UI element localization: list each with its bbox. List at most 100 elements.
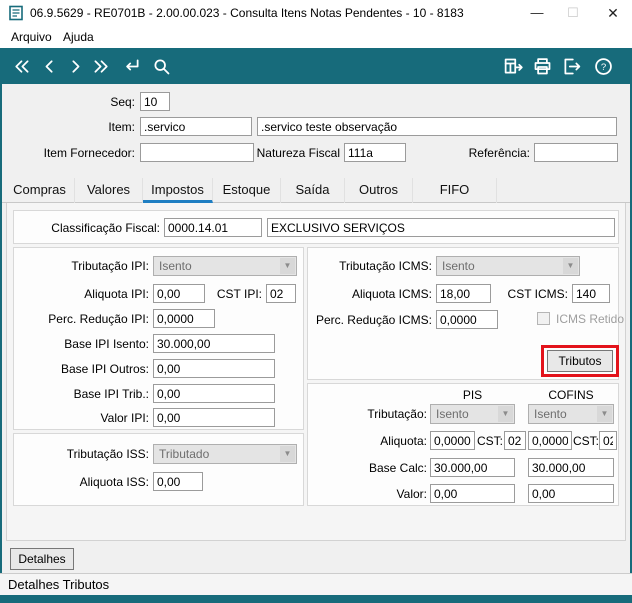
cofins-tributacao-select: Isento ▼	[528, 404, 614, 424]
base-ipi-outros-label: Base IPI Outros:	[60, 362, 149, 376]
cofins-aliquota-input[interactable]	[528, 431, 572, 450]
pis-cofins-valor-label: Valor:	[396, 487, 427, 501]
last-record-icon[interactable]	[88, 53, 114, 79]
pis-base-input[interactable]	[430, 458, 515, 477]
print-icon[interactable]	[529, 53, 555, 79]
detalhes-button[interactable]: Detalhes	[10, 548, 74, 570]
aliquota-ipi-label: Aliquota IPI:	[84, 287, 149, 301]
pis-cofins-tributacao-label: Tributação:	[367, 407, 427, 421]
go-to-record-icon[interactable]	[118, 53, 144, 79]
tab-estoque[interactable]: Estoque	[213, 178, 281, 203]
related-queries-icon[interactable]	[500, 53, 526, 79]
aliquota-iss-input[interactable]	[153, 472, 203, 491]
aliquota-icms-label: Aliquota ICMS:	[351, 287, 432, 301]
aliquota-ipi-input[interactable]	[153, 284, 205, 303]
item-fornecedor-input[interactable]	[140, 143, 254, 162]
pis-valor-input[interactable]	[430, 484, 515, 503]
tab-valores[interactable]: Valores	[75, 178, 143, 203]
window-frame-bottom	[0, 595, 632, 603]
referencia-input[interactable]	[534, 143, 618, 162]
icms-retido-checkbox	[537, 312, 550, 325]
minimize-button[interactable]: —	[522, 0, 552, 26]
exit-icon[interactable]	[558, 53, 584, 79]
perc-reducao-icms-label: Perc. Redução ICMS:	[315, 313, 432, 327]
chevron-down-icon: ▼	[498, 406, 513, 422]
tab-impostos[interactable]: Impostos	[143, 178, 213, 203]
seq-input[interactable]	[140, 92, 170, 111]
tributacao-ipi-value: Isento	[159, 259, 192, 273]
referencia-label: Referência:	[468, 146, 530, 160]
svg-text:?: ?	[600, 62, 605, 73]
tributacao-iss-value: Tributado	[159, 447, 210, 461]
natureza-fiscal-label: Natureza Fiscal	[256, 146, 340, 160]
window-title: 06.9.5629 - RE0701B - 2.00.00.023 - Cons…	[30, 6, 464, 20]
cofins-column-header: COFINS	[548, 388, 594, 402]
valor-ipi-input[interactable]	[153, 408, 275, 427]
cst-icms-input[interactable]	[572, 284, 610, 303]
menu-ajuda[interactable]: Ajuda	[58, 26, 99, 48]
pis-cofins-base-label: Base Calc:	[368, 461, 427, 475]
natureza-fiscal-input[interactable]	[344, 143, 406, 162]
classificacao-desc-input[interactable]	[267, 218, 615, 237]
base-ipi-outros-input[interactable]	[153, 359, 275, 378]
previous-record-icon[interactable]	[36, 53, 62, 79]
cst-ipi-label: CST IPI:	[216, 287, 262, 301]
maximize-button: ☐	[567, 5, 579, 20]
help-icon[interactable]: ?	[590, 53, 616, 79]
tributacao-iss-select: Tributado ▼	[153, 444, 297, 464]
perc-reducao-ipi-label: Perc. Redução IPI:	[48, 312, 149, 326]
tabbar: Compras Valores Impostos Estoque Saída O…	[2, 178, 630, 203]
chevron-down-icon: ▼	[563, 258, 578, 274]
first-record-icon[interactable]	[8, 53, 34, 79]
close-button[interactable]: ✕	[596, 0, 630, 26]
chevron-down-icon: ▼	[597, 406, 612, 422]
item-description-input[interactable]	[257, 117, 617, 136]
search-icon[interactable]	[148, 53, 174, 79]
menubar: Arquivo Ajuda	[0, 26, 632, 48]
base-ipi-isento-label: Base IPI Isento:	[64, 337, 149, 351]
cst-icms-label: CST ICMS:	[507, 287, 568, 301]
aliquota-icms-input[interactable]	[436, 284, 491, 303]
app-icon	[8, 5, 24, 21]
cst-ipi-input[interactable]	[266, 284, 296, 303]
chevron-down-icon: ▼	[280, 258, 295, 274]
cofins-cst-input[interactable]	[599, 431, 617, 450]
perc-reducao-ipi-input[interactable]	[153, 309, 215, 328]
pis-tributacao-select: Isento ▼	[430, 404, 515, 424]
cofins-cst-label: CST:	[573, 434, 600, 448]
perc-reducao-icms-input[interactable]	[436, 310, 498, 329]
tab-outros[interactable]: Outros	[345, 178, 413, 203]
item-label: Item:	[108, 120, 135, 134]
cofins-base-input[interactable]	[528, 458, 614, 477]
tab-saida[interactable]: Saída	[281, 178, 345, 203]
tributacao-icms-select: Isento ▼	[436, 256, 580, 276]
pis-cofins-aliquota-label: Aliquota:	[380, 434, 427, 448]
item-fornecedor-label: Item Fornecedor:	[43, 146, 135, 160]
base-ipi-trib-input[interactable]	[153, 384, 275, 403]
next-record-icon[interactable]	[62, 53, 88, 79]
tributacao-ipi-label: Tributação IPI:	[71, 259, 149, 273]
tributacao-icms-value: Isento	[442, 259, 475, 273]
pis-column-header: PIS	[462, 388, 483, 402]
statusbar: Detalhes Tributos	[0, 573, 632, 595]
tributacao-iss-label: Tributação ISS:	[66, 447, 149, 461]
item-input[interactable]	[140, 117, 252, 136]
tributacao-icms-label: Tributação ICMS:	[339, 259, 432, 273]
cofins-valor-input[interactable]	[528, 484, 614, 503]
tributacao-ipi-select: Isento ▼	[153, 256, 297, 276]
cofins-tributacao-value: Isento	[534, 407, 567, 421]
pis-tributacao-value: Isento	[436, 407, 469, 421]
chevron-down-icon: ▼	[280, 446, 295, 462]
tab-compras[interactable]: Compras	[5, 178, 75, 203]
pis-cst-label: CST:	[477, 434, 504, 448]
classificacao-label: Classificação Fiscal:	[51, 221, 160, 235]
titlebar: 06.9.5629 - RE0701B - 2.00.00.023 - Cons…	[0, 0, 632, 26]
base-ipi-isento-input[interactable]	[153, 334, 275, 353]
menu-arquivo[interactable]: Arquivo	[6, 26, 57, 48]
classificacao-code-input[interactable]	[164, 218, 262, 237]
pis-aliquota-input[interactable]	[430, 431, 475, 450]
pis-cst-input[interactable]	[504, 431, 526, 450]
tributos-button[interactable]: Tributos	[547, 350, 613, 372]
tab-fifo[interactable]: FIFO	[413, 178, 497, 203]
window-frame-left	[0, 84, 2, 595]
